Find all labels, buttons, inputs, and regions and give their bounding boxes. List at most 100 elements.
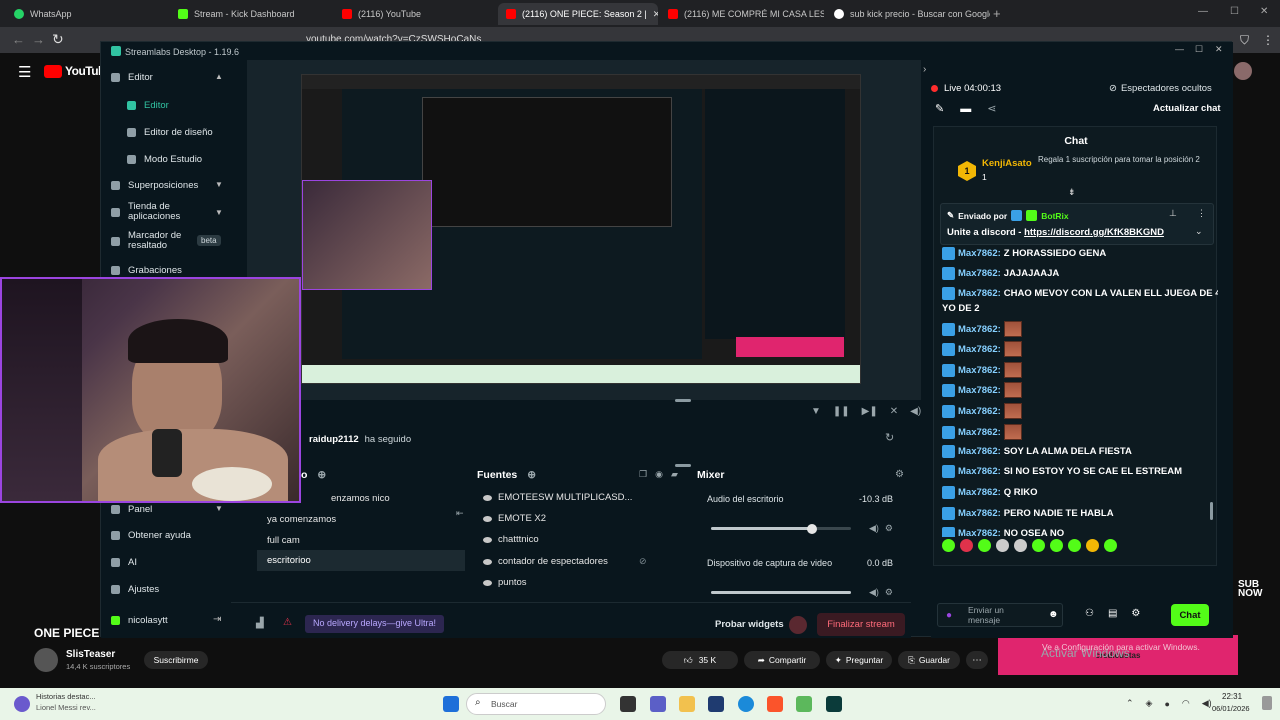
forward-icon[interactable]: → (32, 32, 45, 47)
close-icon[interactable]: ✕ (1215, 44, 1223, 55)
hidden-eye-icon[interactable]: ⊘ (639, 556, 647, 567)
sidebar-item-settings[interactable]: Ajustes (111, 584, 159, 595)
tab-google[interactable]: sub kick precio - Buscar con Google (826, 3, 990, 25)
tab-kick-dashboard[interactable]: Stream - Kick Dashboard (170, 3, 332, 25)
sidebar-item-help[interactable]: Obtener ayuda (111, 530, 191, 541)
folder-icon[interactable]: ▰ (671, 469, 678, 480)
speaker-icon[interactable]: ◀) (869, 523, 879, 534)
chat-username[interactable]: Max7862: (958, 365, 1001, 376)
like-button[interactable]: 👍︎ 35 K (662, 651, 738, 669)
chat-username[interactable]: Max7862: (958, 466, 1001, 477)
test-widgets-button[interactable]: Probar widgets (715, 619, 784, 630)
visibility-icon[interactable] (483, 536, 492, 543)
chevron-up-icon[interactable]: ▲ (215, 72, 223, 81)
sidebar-item-panel[interactable]: Panel (111, 504, 152, 515)
chat-username[interactable]: Max7862: (958, 427, 1001, 438)
gear-icon[interactable]: ⚙ (1131, 608, 1140, 619)
store-icon[interactable] (708, 696, 724, 712)
unpin-icon[interactable]: ⊥ (1169, 208, 1177, 219)
chevron-right-icon[interactable]: › (923, 64, 926, 75)
emote-icon[interactable] (942, 539, 955, 552)
end-stream-button[interactable]: Finalizar stream (817, 613, 905, 636)
clock-time[interactable]: 22:31 (1222, 692, 1242, 701)
source-group-icon[interactable]: ❐ (639, 469, 647, 480)
scene-item[interactable]: ya comenzamos (267, 514, 336, 525)
eye-icon[interactable]: ◉ (655, 469, 663, 480)
task-view-icon[interactable] (620, 696, 636, 712)
sidebar-group-editor[interactable]: Editor (111, 72, 153, 83)
emote-icon[interactable] (1104, 539, 1117, 552)
sidebar-item-app-store[interactable]: Tienda de aplicaciones (111, 202, 211, 222)
emote-icon[interactable] (960, 539, 973, 552)
volume-slider[interactable] (711, 591, 851, 594)
gear-icon[interactable]: ⚙ (885, 587, 893, 598)
edit-icon[interactable]: ✎ (935, 102, 944, 115)
reload-icon[interactable]: ↻ (52, 31, 64, 48)
chevron-down-icon[interactable]: ⌄ (1195, 226, 1203, 237)
edge-icon[interactable] (738, 696, 754, 712)
notifications-icon[interactable] (1262, 696, 1272, 710)
more-options-icon[interactable]: ⋯ (966, 651, 988, 669)
chat-username[interactable]: Max7862: (958, 406, 1001, 417)
tab-one-piece[interactable]: (2116) ONE PIECE: Season 2 | ✕ (498, 3, 658, 25)
minimize-icon[interactable]: — (1198, 6, 1208, 17)
editor-canvas[interactable]: › (247, 60, 926, 400)
chat-username[interactable]: Max7862: (958, 268, 1001, 279)
windows-start-icon[interactable] (443, 696, 459, 712)
visibility-icon[interactable] (483, 558, 492, 565)
record-icon[interactable] (789, 616, 807, 634)
alert-icon[interactable]: ⚠ (283, 617, 292, 628)
emote-icon[interactable] (978, 539, 991, 552)
mic-icon[interactable]: ● (946, 610, 952, 621)
menu-icon[interactable]: ⋮ (1262, 33, 1274, 47)
emote-icon[interactable] (1068, 539, 1081, 552)
mic-icon[interactable]: ● (1164, 699, 1169, 709)
scene-item-selected[interactable]: escritorioo (257, 550, 465, 571)
repeat-icon[interactable]: ↻ (885, 431, 894, 444)
resize-handle[interactable] (675, 399, 691, 402)
emote-icon[interactable] (1032, 539, 1045, 552)
scroll-down-icon[interactable]: ⇟ (1068, 187, 1076, 198)
tab-casa[interactable]: (2116) ME COMPRÉ MI CASA LES M... (660, 3, 824, 25)
share-button[interactable]: ➦ Compartir (744, 651, 820, 669)
app-icon[interactable] (796, 696, 812, 712)
chat-scrollbar[interactable] (1210, 502, 1213, 520)
channel-name[interactable]: SlisTeaser (66, 649, 115, 660)
sidebar-item-layout-editor[interactable]: Editor de diseño (127, 127, 213, 138)
emoji-icon[interactable]: ☻ (1048, 609, 1059, 620)
discord-link[interactable]: https://discord.gg/KfK8BKGND (1024, 227, 1164, 238)
video-icon[interactable]: ▬ (960, 103, 971, 115)
scene-item[interactable]: full cam (267, 535, 300, 546)
gift-icon[interactable]: ▤ (1108, 608, 1117, 619)
maximize-icon[interactable]: ☐ (1230, 6, 1239, 17)
visibility-icon[interactable] (483, 515, 492, 522)
channel-avatar[interactable] (34, 648, 58, 672)
emote-icon[interactable] (1086, 539, 1099, 552)
pause-icon[interactable]: ❚❚ (833, 406, 850, 417)
wifi-icon[interactable]: ◠ (1182, 698, 1190, 709)
chat-input[interactable]: ● Enviar un mensaje ☻ (937, 603, 1063, 627)
file-explorer-icon[interactable] (679, 696, 695, 712)
tab-youtube[interactable]: (2116) YouTube (334, 3, 496, 25)
source-item[interactable]: contador de espectadores (483, 556, 608, 567)
share-icon[interactable]: ⋖ (987, 102, 996, 115)
streamlabs-taskbar-icon[interactable] (826, 696, 842, 712)
emote-icon[interactable] (1050, 539, 1063, 552)
volume-icon[interactable]: ◀) (1202, 698, 1212, 709)
taskbar-search[interactable]: ⌕ Buscar (466, 693, 606, 715)
add-source-icon[interactable]: ⊕ (527, 469, 536, 481)
subscribe-button[interactable]: Suscribirme (144, 651, 208, 669)
sidebar-item-highlighter[interactable]: Marcador de resaltado (111, 231, 191, 251)
close-tab-icon[interactable]: ✕ (653, 9, 658, 20)
add-scene-icon[interactable]: ⊕ (317, 469, 326, 481)
extensions-icon[interactable]: ⛉ (1240, 33, 1249, 48)
chevron-down-icon[interactable]: ▼ (215, 180, 223, 189)
chevron-up-icon[interactable]: ⌃ (1126, 698, 1134, 709)
chat-username[interactable]: Max7862: (958, 288, 1001, 299)
skip-icon[interactable]: ▶❚ (862, 406, 878, 417)
weather-icon[interactable] (14, 696, 30, 712)
chat-username[interactable]: Max7862: (958, 324, 1001, 335)
ask-button[interactable]: ✦ Preguntar (826, 651, 892, 669)
source-item[interactable]: puntos (483, 577, 527, 588)
visibility-icon[interactable] (483, 579, 492, 586)
